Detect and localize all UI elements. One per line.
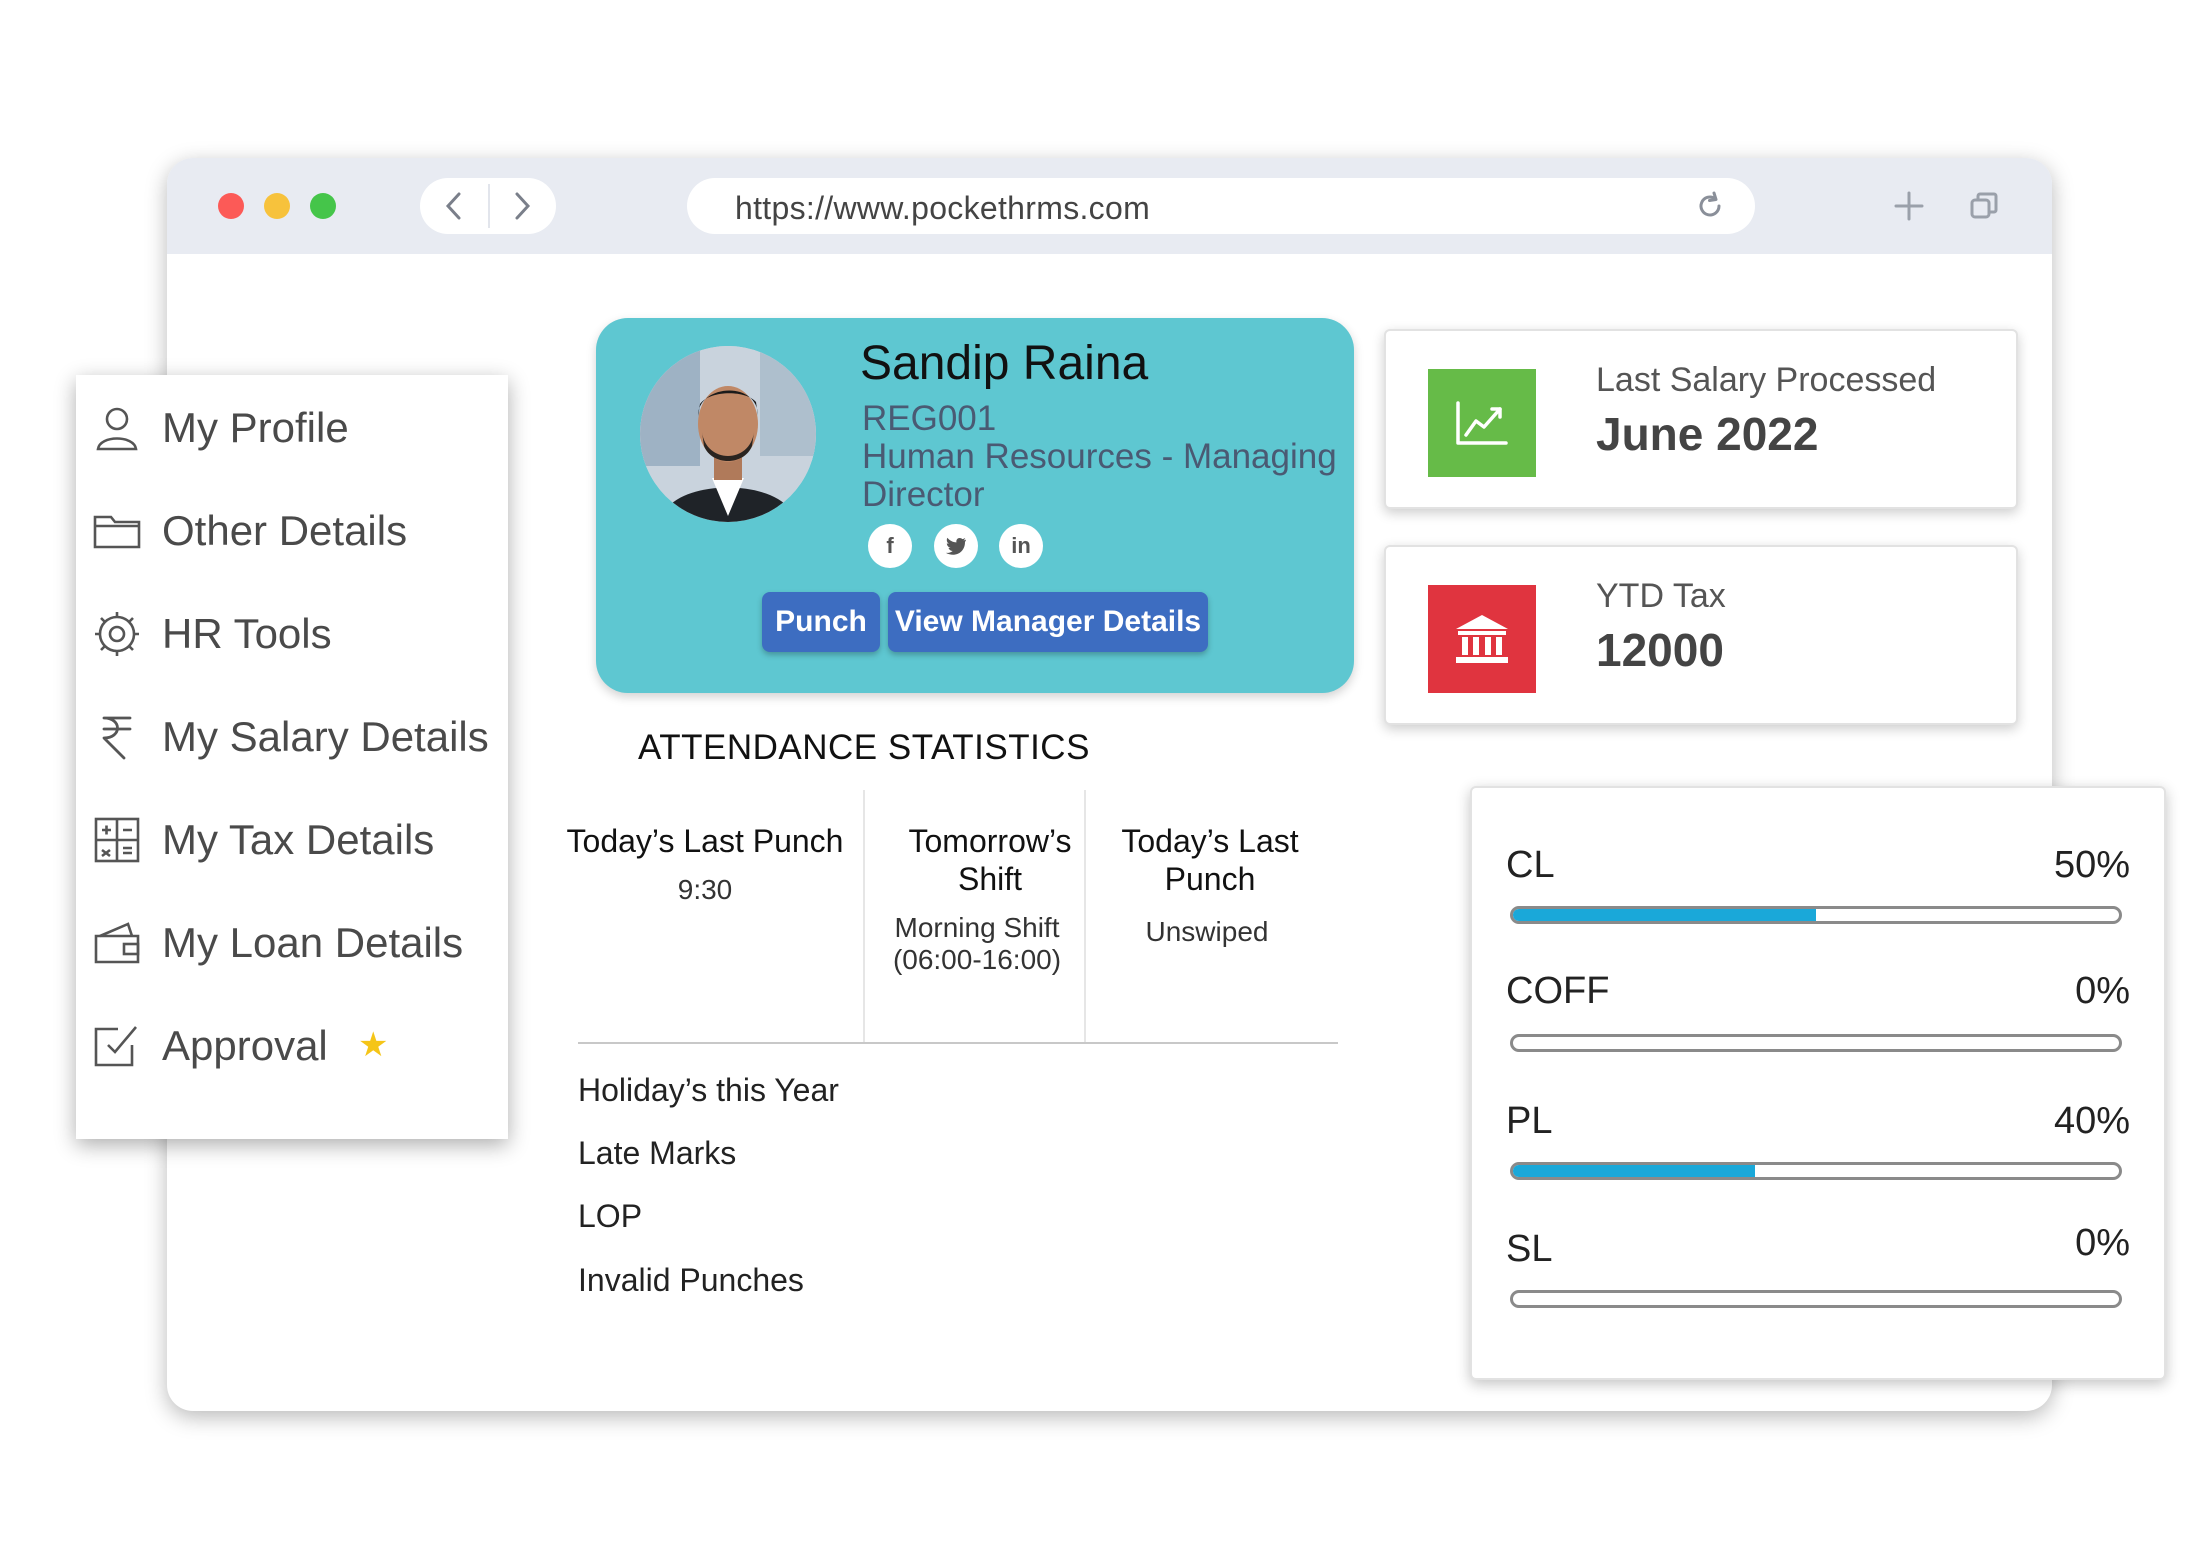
- forward-button[interactable]: [488, 178, 556, 234]
- star-icon: ★: [358, 1026, 389, 1064]
- employee-designation-line2: Director: [862, 475, 985, 514]
- sidebar-item-label: Approval: [162, 1022, 328, 1069]
- new-tab-button[interactable]: [1889, 186, 1929, 226]
- linkedin-button[interactable]: in: [999, 524, 1043, 568]
- last-salary-card: Last Salary Processed June 2022: [1384, 329, 2018, 509]
- calculator-icon: [90, 813, 144, 867]
- ytd-tax-card: YTD Tax 12000: [1384, 545, 2018, 725]
- att-col-heading: Today’s Last Punch: [566, 823, 844, 859]
- chart-trend-icon: [1428, 369, 1536, 477]
- attendance-col-last-punch: Today’s Last Punch 9:30: [555, 822, 855, 906]
- att-col-heading-line2: Punch: [1164, 861, 1256, 897]
- sidebar-item-label: My Salary Details: [162, 713, 489, 760]
- reload-icon: [1699, 191, 1721, 217]
- lop[interactable]: LOP: [578, 1198, 642, 1235]
- att-col-value: Morning Shift: [894, 912, 1060, 943]
- folder-icon: [90, 504, 144, 558]
- sidebar-item-my-salary-details[interactable]: My Salary Details: [76, 702, 508, 772]
- att-col-heading: Tomorrow’s: [908, 823, 1072, 859]
- attendance-title: ATTENDANCE STATISTICS: [638, 728, 1090, 767]
- chevron-right-icon: [515, 192, 531, 220]
- holidays-this-year[interactable]: Holiday’s this Year: [578, 1072, 839, 1109]
- profile-card: Sandip Raina REG001 Human Resources - Ma…: [596, 318, 1354, 693]
- employee-designation-line1: Human Resources - Managing: [862, 437, 1337, 476]
- leave-pl-progress: [1510, 1162, 2122, 1180]
- leave-coff-progress: [1510, 1034, 2122, 1052]
- tabs-overview-button[interactable]: [1964, 186, 2004, 226]
- sidebar-item-label: My Tax Details: [162, 816, 435, 863]
- close-window-button[interactable]: [218, 193, 244, 219]
- attendance-divider: [863, 790, 865, 1042]
- employee-code: REG001: [862, 399, 997, 438]
- attendance-divider: [1084, 790, 1086, 1042]
- leave-pl-label: PL: [1506, 1100, 1553, 1142]
- sidebar-item-label: HR Tools: [162, 610, 332, 657]
- leave-pl-progress-fill: [1513, 1165, 1756, 1177]
- att-col-heading-line2: Shift: [957, 861, 1023, 897]
- leave-coff-percent: 0%: [2075, 970, 2130, 1012]
- leave-sl-progress: [1510, 1290, 2122, 1308]
- linkedin-icon: in: [1011, 533, 1031, 558]
- twitter-icon: [945, 537, 967, 555]
- reload-button[interactable]: [1692, 188, 1728, 224]
- att-col-value-line2: (06:00-16:00): [892, 944, 1062, 975]
- address-bar[interactable]: https://www.pockethrms.com: [687, 178, 1755, 234]
- url-text[interactable]: https://www.pockethrms.com: [735, 190, 1150, 227]
- leave-cl-percent: 50%: [2053, 844, 2130, 886]
- late-marks[interactable]: Late Marks: [578, 1135, 736, 1172]
- facebook-icon: f: [886, 533, 894, 558]
- rupee-icon: [90, 710, 144, 764]
- sidebar-item-label: My Profile: [162, 404, 349, 451]
- sidebar-item-label: My Loan Details: [162, 919, 464, 966]
- attendance-col-tomorrow-shift: Tomorrow’s Shift Morning Shift (06:00-16…: [870, 822, 1110, 976]
- back-button[interactable]: [420, 178, 488, 234]
- plus-icon: [1894, 191, 1924, 221]
- leave-coff-label: COFF: [1506, 970, 1610, 1012]
- att-col-value: Unswiped: [1145, 916, 1269, 947]
- ytd-tax-label: YTD Tax: [1596, 577, 1726, 615]
- sidebar-item-my-loan-details[interactable]: My Loan Details: [76, 908, 508, 978]
- history-nav-group: [420, 178, 556, 234]
- sidebar-item-my-tax-details[interactable]: My Tax Details: [76, 805, 508, 875]
- approval-icon: [90, 1019, 144, 1073]
- ytd-tax-value: 12000: [1596, 624, 1724, 676]
- facebook-button[interactable]: f: [868, 524, 912, 568]
- leave-sl-percent: 0%: [2075, 1222, 2130, 1264]
- leave-cl-progress-fill: [1513, 909, 1816, 921]
- leave-cl-label: CL: [1506, 844, 1555, 886]
- sidebar-item-approval[interactable]: Approval ★: [76, 1011, 508, 1081]
- wallet-icon: [90, 916, 144, 970]
- tabs-icon: [1970, 192, 1998, 219]
- employee-name: Sandip Raina: [860, 337, 1149, 390]
- sidebar-item-other-details[interactable]: Other Details: [76, 496, 508, 566]
- browser-titlebar: https://www.pockethrms.com: [167, 158, 2052, 254]
- leave-pl-percent: 40%: [2053, 1100, 2130, 1142]
- last-salary-value: June 2022: [1596, 408, 1819, 460]
- maximize-window-button[interactable]: [310, 193, 336, 219]
- leave-cl-progress: [1510, 906, 2122, 924]
- punch-button[interactable]: Punch: [762, 592, 880, 652]
- leave-balance-panel: CL 50% COFF 0% PL 40% SL 0%: [1470, 786, 2166, 1380]
- side-menu: My Profile Other Details HR Tools My Sal…: [76, 375, 508, 1139]
- view-manager-details-button[interactable]: View Manager Details: [888, 592, 1208, 652]
- avatar: [640, 346, 816, 522]
- att-col-value: 9:30: [677, 874, 733, 905]
- minimize-window-button[interactable]: [264, 193, 290, 219]
- last-salary-label: Last Salary Processed: [1596, 361, 1937, 399]
- invalid-punches[interactable]: Invalid Punches: [578, 1262, 804, 1299]
- twitter-button[interactable]: [934, 524, 978, 568]
- user-icon: [90, 401, 144, 455]
- attendance-separator: [578, 1042, 1338, 1044]
- hr-tools-icon: [90, 607, 144, 661]
- sidebar-item-hr-tools[interactable]: HR Tools: [76, 599, 508, 669]
- bank-icon: [1428, 585, 1536, 693]
- sidebar-item-label: Other Details: [162, 507, 408, 554]
- leave-sl-label: SL: [1506, 1228, 1553, 1270]
- chevron-left-icon: [445, 192, 461, 220]
- attendance-col-today-last-punch: Today’s Last Punch Unswiped: [1090, 822, 1330, 948]
- att-col-heading: Today’s Last: [1121, 823, 1299, 859]
- sidebar-item-my-profile[interactable]: My Profile: [76, 393, 508, 463]
